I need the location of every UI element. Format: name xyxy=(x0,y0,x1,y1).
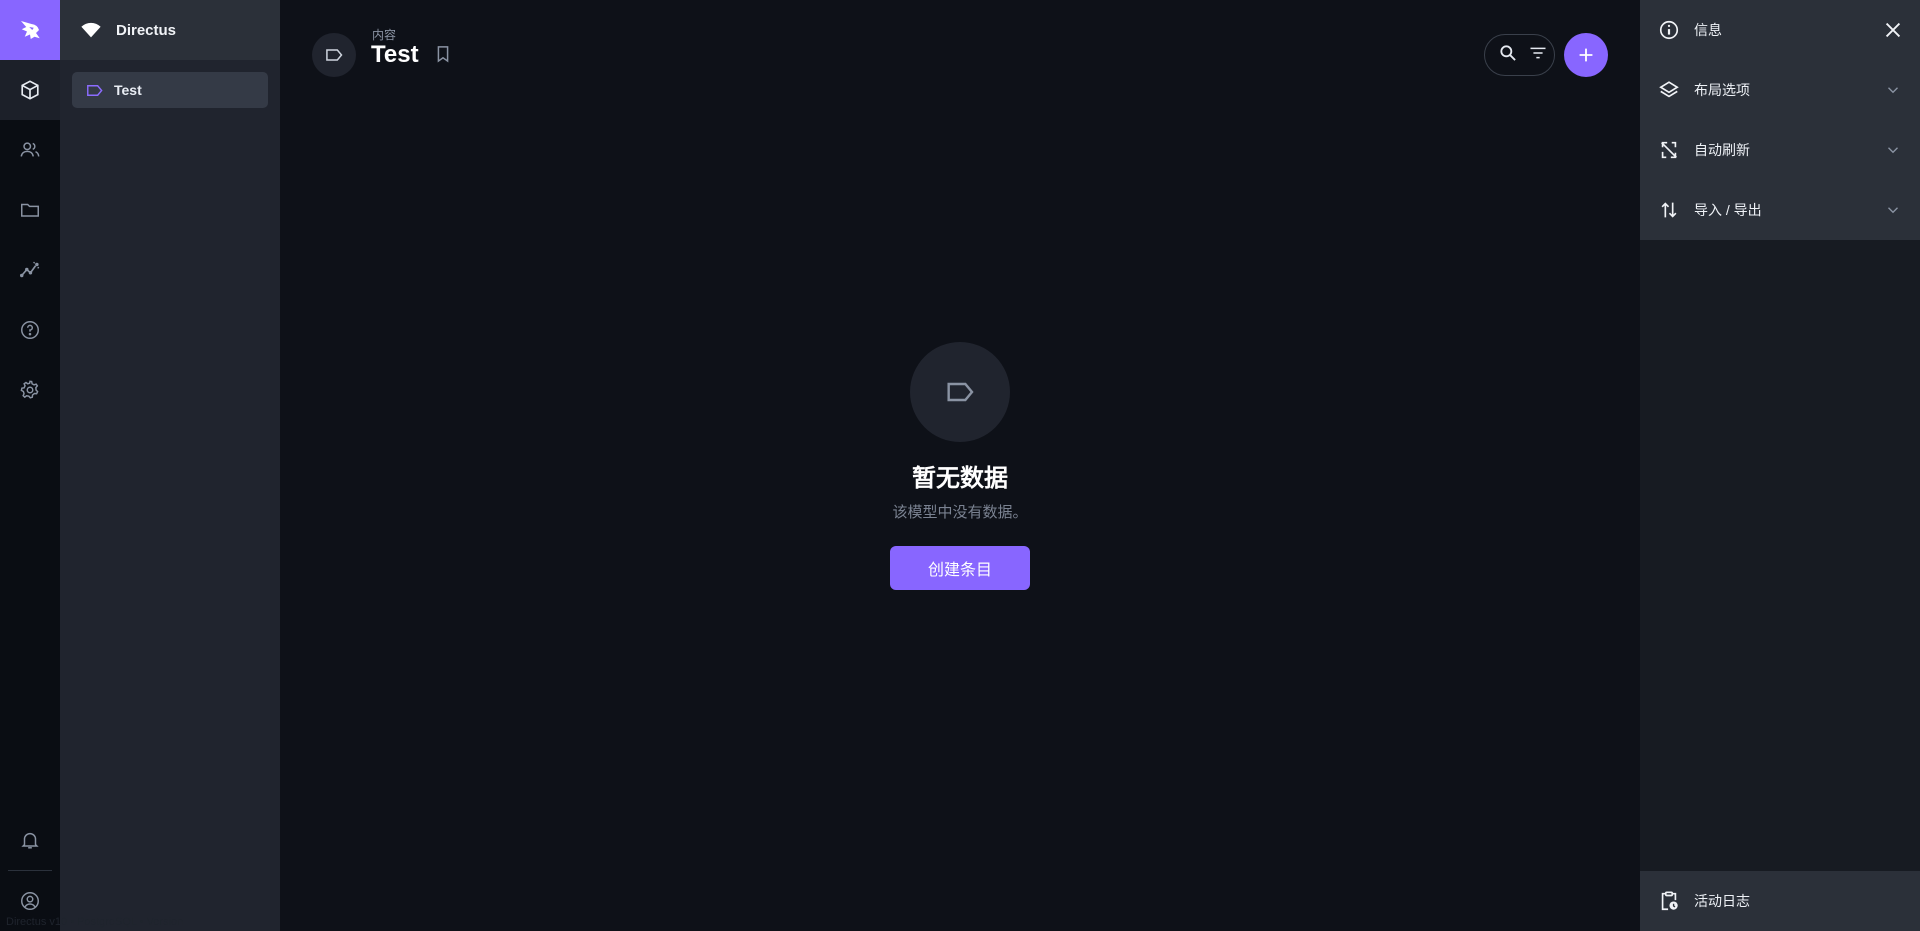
create-item-button[interactable] xyxy=(1564,33,1608,77)
empty-state-subtitle: 该模型中没有数据。 xyxy=(892,504,1028,521)
directus-logo[interactable] xyxy=(0,0,60,60)
sidebar-activity-log-label: 活动日志 xyxy=(1694,893,1750,909)
sidebar-import-export[interactable]: 导入 / 导出 xyxy=(1640,180,1920,240)
search-icon[interactable] xyxy=(1498,43,1518,68)
label-icon xyxy=(326,49,343,61)
page-title: Test xyxy=(371,41,419,68)
chevron-down-icon xyxy=(1884,201,1902,219)
insights-icon xyxy=(20,261,40,278)
import-export-icon xyxy=(1658,199,1680,221)
sidebar-import-export-label: 导入 / 导出 xyxy=(1694,202,1762,218)
project-name: Directus xyxy=(116,21,177,39)
wifi-icon xyxy=(80,19,102,41)
navigation-panel: Directus Test xyxy=(60,0,280,931)
nav-item-label: Test xyxy=(114,82,142,98)
bookmark-icon[interactable] xyxy=(433,44,453,64)
sidebar-layout-options[interactable]: 布局选项 xyxy=(1640,60,1920,120)
module-content-button[interactable] xyxy=(0,60,60,120)
nav-item-test[interactable]: Test xyxy=(72,72,268,108)
filter-icon[interactable] xyxy=(1528,43,1548,68)
close-icon[interactable] xyxy=(1882,19,1904,41)
users-icon xyxy=(20,142,40,157)
module-users-button[interactable] xyxy=(0,120,60,180)
chevron-down-icon xyxy=(1884,81,1902,99)
collection-icon-button[interactable] xyxy=(312,33,356,77)
sidebar-auto-refresh-label: 自动刷新 xyxy=(1694,142,1750,158)
empty-state-icon xyxy=(910,342,1010,442)
settings-icon xyxy=(20,380,39,399)
module-bar xyxy=(0,0,60,931)
plus-icon xyxy=(1579,48,1593,62)
box-icon xyxy=(21,80,39,100)
module-help-button[interactable] xyxy=(0,300,60,360)
version-text: Directus v10 • PostgreSQL • Version xyxy=(6,916,184,928)
help-icon xyxy=(21,321,39,339)
layers-icon xyxy=(1658,79,1680,101)
chevron-down-icon xyxy=(1884,141,1902,159)
label-icon xyxy=(85,81,104,100)
account-icon xyxy=(21,892,39,910)
label-icon xyxy=(947,382,974,402)
search-filter-group xyxy=(1484,34,1555,76)
sidebar-info[interactable]: 信息 xyxy=(1640,0,1920,60)
sidebar: 信息 布局选项 自动刷新 导入 / 导出 活动日志 xyxy=(1640,0,1920,931)
bell-icon xyxy=(21,832,39,849)
folder-icon xyxy=(21,203,39,217)
notifications-button[interactable] xyxy=(0,810,60,870)
rabbit-logo-icon xyxy=(21,21,40,39)
empty-state-title: 暂无数据 xyxy=(912,465,1008,492)
clipboard-clock-icon xyxy=(1658,890,1680,912)
sidebar-layout-options-label: 布局选项 xyxy=(1694,82,1750,98)
module-bar-bottom xyxy=(0,810,60,931)
sync-disabled-icon xyxy=(1658,139,1680,161)
module-insights-button[interactable] xyxy=(0,240,60,300)
project-header[interactable]: Directus xyxy=(60,0,280,60)
info-icon xyxy=(1658,19,1680,41)
main-content: 内容 Test 暂无数据 该模型中没有数据。 创建条目 xyxy=(280,0,1640,931)
sidebar-info-label: 信息 xyxy=(1694,22,1722,38)
sidebar-auto-refresh[interactable]: 自动刷新 xyxy=(1640,120,1920,180)
module-files-button[interactable] xyxy=(0,180,60,240)
module-settings-button[interactable] xyxy=(0,360,60,420)
create-entry-button[interactable]: 创建条目 xyxy=(890,546,1030,590)
sidebar-activity-log[interactable]: 活动日志 xyxy=(1640,871,1920,931)
